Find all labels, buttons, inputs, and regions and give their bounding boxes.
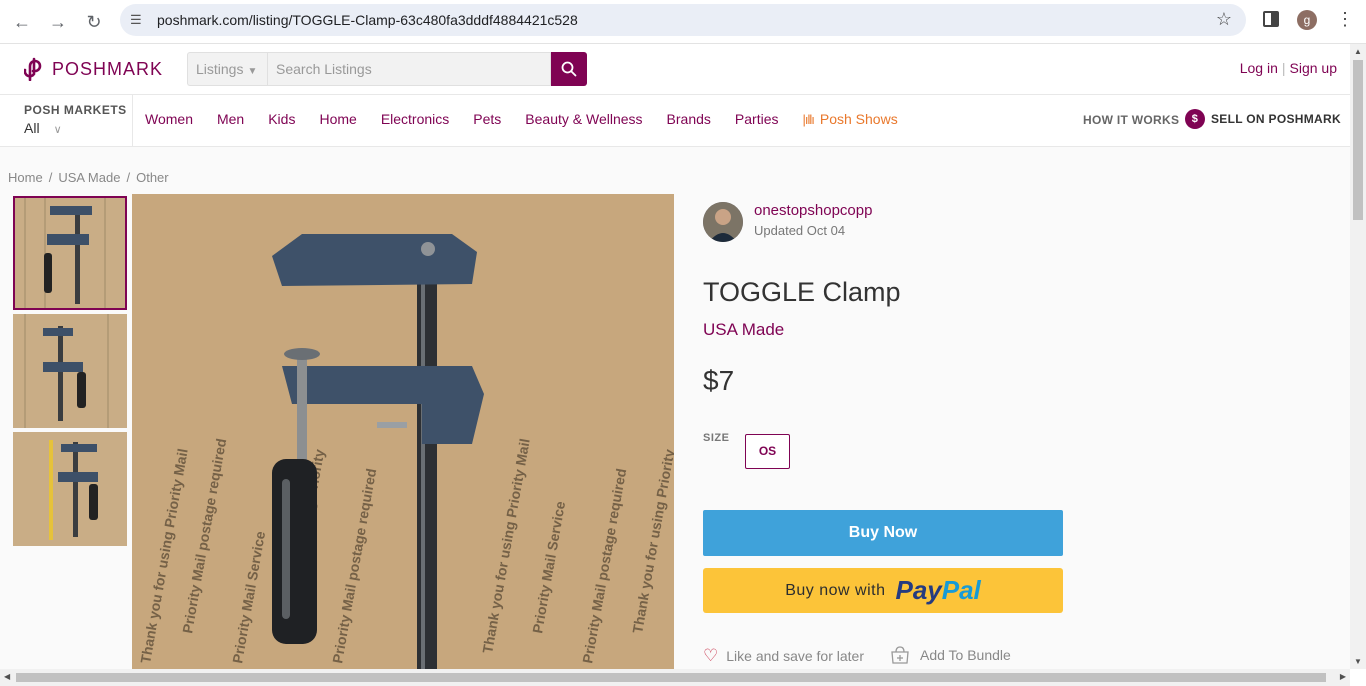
- browser-toolbar: ← → ↻ ☰ poshmark.com/listing/TOGGLE-Clam…: [0, 0, 1366, 44]
- site-header: POSHMARK Listings▼ Log in|Sign up: [0, 44, 1350, 95]
- nav-item-parties[interactable]: Parties: [735, 111, 779, 127]
- back-icon[interactable]: ←: [9, 9, 35, 35]
- signup-link[interactable]: Sign up: [1290, 60, 1337, 76]
- nav-item-electronics[interactable]: Electronics: [381, 111, 449, 127]
- posh-markets-title: POSH MARKETS: [24, 103, 127, 117]
- address-bar[interactable]: ☰ poshmark.com/listing/TOGGLE-Clamp-63c4…: [120, 4, 1246, 36]
- scroll-left-icon[interactable]: ◀: [4, 672, 10, 681]
- vertical-scrollbar[interactable]: ▲ ▼: [1350, 44, 1366, 669]
- breadcrumb: Home / USA Made / Other: [8, 170, 169, 185]
- nav-item-pets[interactable]: Pets: [473, 111, 501, 127]
- paypal-logo: PayPal: [895, 575, 980, 606]
- heart-icon: ♡: [703, 646, 719, 665]
- category-nav: POSH MARKETS All ∨ Women Men Kids Home El…: [0, 95, 1350, 147]
- search-bar: Listings ▼: [187, 52, 587, 86]
- thumbnail-1[interactable]: [13, 196, 127, 310]
- like-button[interactable]: ♡ Like and save for later: [703, 646, 864, 666]
- scroll-down-icon[interactable]: ▼: [1354, 657, 1362, 666]
- search-button[interactable]: [551, 52, 587, 86]
- poshmark-logo[interactable]: POSHMARK: [24, 57, 163, 81]
- listing-page: Home / USA Made / Other Thank you for us…: [0, 147, 1350, 669]
- horizontal-scrollbar[interactable]: ◀ ▶: [0, 669, 1350, 686]
- posh-markets-selected: All: [24, 120, 40, 136]
- paypal-logo-part2: Pal: [941, 575, 981, 605]
- nav-item-posh-shows[interactable]: |ıllı Posh Shows: [802, 111, 921, 127]
- size-option[interactable]: OS: [745, 434, 790, 469]
- seller-name[interactable]: onestopshopcopp: [754, 202, 872, 219]
- forward-icon[interactable]: →: [45, 9, 71, 35]
- posh-shows-icon: |ıllı: [802, 111, 814, 127]
- posh-shows-label: Posh Shows: [819, 111, 898, 127]
- reload-icon[interactable]: ↻: [81, 9, 107, 35]
- paypal-logo-part1: Pay: [895, 575, 942, 605]
- paypal-button[interactable]: Buy now with PayPal: [703, 568, 1063, 613]
- breadcrumb-separator: /: [48, 170, 53, 185]
- thumbnail-list: [13, 196, 127, 550]
- search-input[interactable]: [267, 52, 551, 86]
- category-links: Women Men Kids Home Electronics Pets Bea…: [145, 111, 946, 127]
- site-info-icon[interactable]: ☰: [130, 12, 142, 28]
- toggle-clamp-photo: Thank you for using Priority Mail Priori…: [132, 194, 674, 669]
- seller-text: onestopshopcopp Updated Oct 04: [754, 202, 872, 242]
- listing-brand[interactable]: USA Made: [703, 320, 784, 340]
- nav-item-brands[interactable]: Brands: [667, 111, 711, 127]
- updated-date: Updated Oct 04: [754, 223, 846, 238]
- add-to-bundle-button[interactable]: Add To Bundle: [890, 646, 1011, 664]
- url-text[interactable]: poshmark.com/listing/TOGGLE-Clamp-63c480…: [157, 12, 578, 28]
- nav-item-beauty-wellness[interactable]: Beauty & Wellness: [525, 111, 642, 127]
- breadcrumb-other[interactable]: Other: [136, 170, 169, 185]
- thumbnail-2[interactable]: [13, 314, 127, 428]
- size-label: SIZE: [703, 432, 730, 444]
- scroll-up-icon[interactable]: ▲: [1354, 47, 1362, 56]
- sell-label: SELL ON POSHMARK: [1211, 112, 1341, 126]
- side-panel-icon[interactable]: [1263, 11, 1279, 27]
- breadcrumb-separator: /: [126, 170, 131, 185]
- chevron-down-icon: ▼: [247, 66, 258, 77]
- thumbnail-3[interactable]: [13, 432, 127, 546]
- buy-now-button[interactable]: Buy Now: [703, 510, 1063, 556]
- scroll-right-icon[interactable]: ▶: [1340, 672, 1346, 681]
- clamp-thumbnail-image: [13, 432, 127, 546]
- clamp-thumbnail-image: [13, 314, 127, 428]
- breadcrumb-home[interactable]: Home: [8, 170, 43, 185]
- clamp-thumbnail-image: [15, 198, 125, 308]
- breadcrumb-usa-made[interactable]: USA Made: [58, 170, 120, 185]
- bundle-bag-icon: [891, 646, 909, 664]
- paypal-prefix: Buy now with: [785, 581, 886, 599]
- poshmark-logo-icon: [24, 57, 42, 81]
- listing-price: $7: [703, 365, 735, 396]
- dollar-coin-icon: $: [1185, 109, 1205, 129]
- chevron-down-icon: ∨: [53, 124, 62, 136]
- nav-item-men[interactable]: Men: [217, 111, 244, 127]
- nav-item-women[interactable]: Women: [145, 111, 193, 127]
- browser-menu-icon[interactable]: ⋮: [1336, 9, 1354, 30]
- like-label: Like and save for later: [726, 648, 864, 664]
- auth-links: Log in | Sign up: [1240, 60, 1337, 76]
- auth-divider: |: [1281, 60, 1286, 76]
- search-icon: [561, 61, 577, 77]
- login-link[interactable]: Log in: [1240, 60, 1278, 76]
- logo-text: POSHMARK: [52, 58, 164, 79]
- bundle-label: Add To Bundle: [920, 647, 1011, 663]
- main-product-image[interactable]: Thank you for using Priority Mail Priori…: [132, 194, 674, 669]
- bookmark-star-icon[interactable]: ☆: [1216, 9, 1232, 30]
- nav-item-kids[interactable]: Kids: [268, 111, 295, 127]
- vertical-scroll-thumb[interactable]: [1353, 60, 1363, 220]
- search-category-label: Listings: [196, 61, 244, 77]
- sell-on-poshmark-link[interactable]: $ SELL ON POSHMARK: [1185, 109, 1341, 129]
- nav-item-home[interactable]: Home: [319, 111, 356, 127]
- how-it-works-link[interactable]: HOW IT WORKS: [1083, 113, 1179, 127]
- listing-title: TOGGLE Clamp: [703, 277, 901, 307]
- horizontal-scroll-thumb[interactable]: [16, 673, 1326, 682]
- seller-info: onestopshopcopp Updated Oct 04: [703, 202, 872, 242]
- posh-markets-selector[interactable]: POSH MARKETS All ∨: [0, 95, 133, 147]
- profile-avatar[interactable]: g: [1297, 10, 1317, 30]
- search-category-dropdown[interactable]: Listings ▼: [187, 52, 267, 86]
- posh-markets-value: All ∨: [24, 120, 132, 136]
- seller-avatar-image: [703, 202, 743, 242]
- seller-avatar[interactable]: [703, 202, 743, 242]
